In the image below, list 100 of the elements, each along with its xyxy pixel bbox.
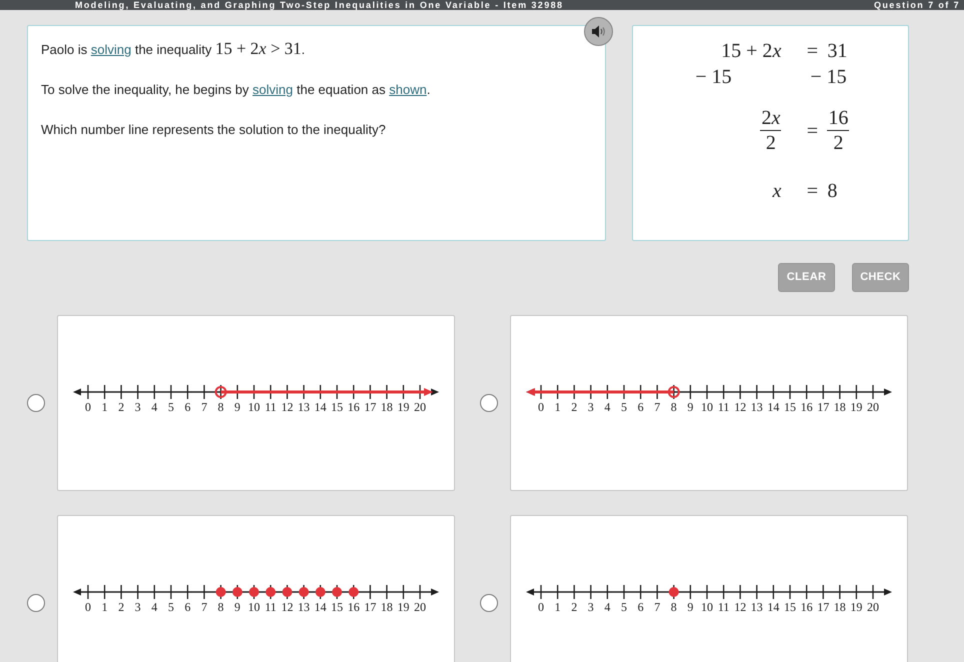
tick-label: 6 (638, 400, 644, 414)
solid-dot-icon (249, 587, 259, 597)
tick-label: 19 (850, 400, 862, 414)
answer-card[interactable]: 0 1 2 3 4 5 6 7 8 9 10 11 12 13 14 15 16 17 18 19 20 (57, 315, 455, 491)
tick-label: 8 (218, 400, 224, 414)
tick-label: 14 (767, 400, 780, 414)
tick-label: 8 (218, 600, 224, 614)
glossary-link[interactable]: solving (90, 42, 132, 57)
tick-label: 16 (348, 400, 360, 414)
tick-label: 5 (168, 600, 174, 614)
tick-label: 7 (654, 600, 660, 614)
tick-label: 11 (718, 400, 730, 414)
tick-label: 1 (554, 600, 561, 614)
tick-label: 11 (264, 400, 276, 414)
equation-right-side: 8 (827, 179, 838, 203)
tick-label: 12 (734, 600, 746, 614)
solid-dot-icon (298, 587, 309, 597)
tick-label: 5 (621, 600, 627, 614)
tick-label: 15 (331, 400, 343, 414)
answer-radio[interactable] (480, 594, 498, 612)
tick-label: 6 (638, 600, 644, 614)
fraction-denominator: 2 (833, 131, 844, 155)
fraction-denominator: 2 (766, 131, 776, 155)
tick-label: 3 (134, 400, 141, 414)
tick-label: 10 (248, 600, 260, 614)
tick-label: 11 (718, 600, 730, 614)
tick-label: 0 (538, 400, 544, 414)
subtraction-term: − 15 (695, 65, 732, 89)
tick-label: 16 (348, 600, 360, 614)
solid-dot-icon (232, 587, 242, 597)
fraction-numerator: 16 (827, 106, 850, 131)
tick-label: 9 (687, 600, 694, 614)
open-circle-icon (668, 386, 680, 398)
fraction-numerator: 2x (760, 106, 782, 131)
tick-label: 10 (701, 400, 713, 414)
question-text: Paolo is solving the inequality 15 + 2x > 31. (41, 40, 306, 59)
tick-label: 3 (134, 600, 141, 614)
answer-card[interactable]: 0 1 2 3 4 5 6 7 8 9 10 11 12 13 14 15 16 17 18 19 20 (57, 515, 455, 662)
tick-label: 12 (281, 600, 294, 614)
equation-left-side: x (772, 179, 782, 203)
equation-left-side: 15 + 2x (721, 39, 782, 63)
tick-label: 17 (817, 400, 830, 414)
tick-label: 6 (184, 600, 191, 614)
tick-label: 4 (151, 600, 158, 614)
tick-label: 4 (151, 400, 158, 414)
header-title: Modeling, Evaluating, and Graphing Two-Step Inequalities in One Variable - Item 32988 (75, 0, 564, 10)
tick-label: 18 (834, 400, 846, 414)
tick-label: 7 (201, 400, 208, 414)
tick-label: 2 (571, 600, 578, 614)
solid-dot-icon (315, 587, 326, 597)
tick-label: 19 (397, 600, 410, 614)
open-circle-icon (214, 386, 227, 398)
solid-dot-icon (216, 587, 226, 597)
tick-label: 20 (414, 400, 426, 414)
tick-label: 9 (234, 600, 240, 614)
tick-label: 10 (248, 400, 260, 414)
tick-label: 18 (834, 600, 846, 614)
equals-sign: = (806, 179, 818, 203)
solid-dot-icon (282, 587, 292, 597)
tick-label: 17 (364, 600, 376, 614)
tick-label: 8 (670, 400, 677, 414)
tick-label: 2 (118, 400, 124, 414)
tick-label: 2 (571, 400, 578, 414)
tick-label: 10 (701, 600, 713, 614)
tick-label: 20 (867, 600, 879, 614)
tick-label: 16 (800, 400, 813, 414)
audio-button[interactable] (584, 17, 614, 46)
tick-label: 1 (102, 600, 108, 614)
glossary-link[interactable]: shown (389, 82, 427, 97)
tick-label: 0 (85, 600, 91, 614)
tick-label: 4 (604, 600, 610, 614)
answer-radio[interactable] (27, 394, 45, 412)
tick-label: 19 (397, 400, 410, 414)
tick-label: 13 (750, 400, 763, 414)
tick-label: 14 (314, 400, 326, 414)
equals-sign: = (806, 118, 818, 142)
tick-label: 6 (184, 400, 191, 414)
tick-label: 17 (817, 600, 830, 614)
tick-label: 14 (314, 600, 326, 614)
solid-dot-icon (348, 587, 359, 597)
tick-label: 20 (867, 400, 879, 414)
solid-dot-icon (668, 587, 679, 597)
tick-label: 4 (604, 400, 610, 414)
answer-card[interactable]: 0 1 2 3 4 5 6 7 8 9 10 11 12 13 14 15 16 17 18 19 20 (510, 515, 908, 662)
answer-radio[interactable] (480, 394, 498, 412)
solid-dot-icon (332, 587, 342, 597)
tick-label: 18 (380, 600, 393, 614)
tick-label: 1 (102, 400, 108, 414)
answer-radio[interactable] (27, 594, 45, 612)
tick-label: 9 (234, 400, 240, 414)
tick-label: 7 (654, 400, 660, 414)
tick-label: 0 (538, 600, 544, 614)
tick-label: 14 (767, 600, 780, 614)
tick-label: 18 (380, 400, 393, 414)
glossary-link[interactable]: solving (252, 82, 293, 97)
tick-label: 7 (201, 600, 208, 614)
speaker-icon (592, 25, 606, 38)
tick-label: 13 (298, 600, 310, 614)
answer-card[interactable]: 0 1 2 3 4 5 6 7 8 9 10 11 12 13 14 15 16 17 18 19 20 (510, 315, 908, 491)
solid-dot-icon (266, 587, 276, 597)
